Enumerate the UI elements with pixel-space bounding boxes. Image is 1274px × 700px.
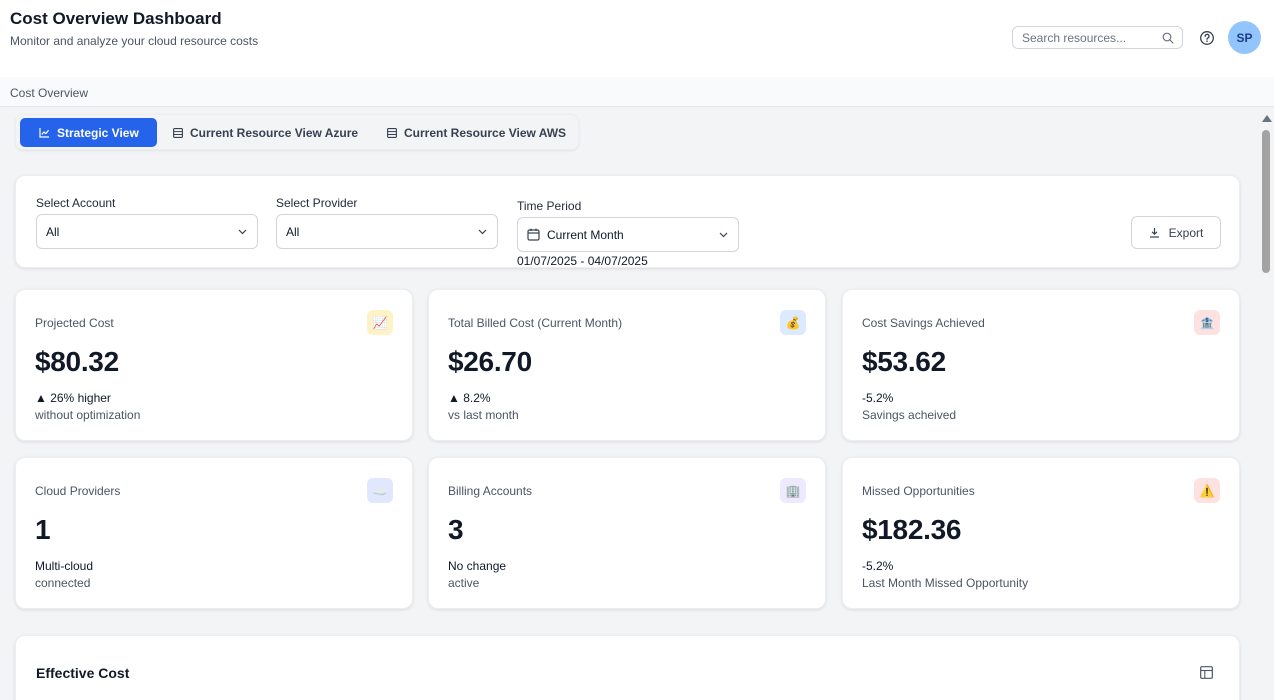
provider-select[interactable]: All [276,214,498,249]
metric-label: Billing Accounts [448,484,533,498]
metric-change: ▲ 8.2% [448,391,491,405]
building-icon: 🏢 [780,478,806,503]
chevron-down-icon [719,232,728,237]
metric-card-projected-cost: Projected Cost 📈 $80.32 ▲ 26% higher wit… [15,289,413,441]
account-select[interactable]: All [36,214,258,249]
breadcrumb: Cost Overview [0,77,1274,107]
avatar[interactable]: SP [1228,21,1261,54]
tab-azure-view[interactable]: Current Resource View Azure [173,118,358,147]
page-title: Cost Overview Dashboard [10,9,222,28]
chart-increasing-icon: 📈 [367,310,393,335]
tab-label: Current Resource View Azure [190,125,359,140]
metric-label: Cost Savings Achieved [862,316,985,330]
metric-change: No change [448,559,507,573]
table-icon [387,127,397,138]
search-icon[interactable] [1162,32,1174,44]
warning-icon: ⚠️ [1194,478,1220,503]
metric-note: Savings acheived [862,408,957,422]
metric-value: $80.32 [35,346,119,377]
scroll-up-arrow-icon[interactable] [1262,115,1272,122]
metric-change: ▲ 26% higher [35,391,111,405]
metric-label: Projected Cost [35,316,114,330]
tab-label: Strategic View [57,125,139,140]
metric-value: $26.70 [448,346,532,377]
metric-label: Missed Opportunities [862,484,975,498]
metric-card-total-billed: Total Billed Cost (Current Month) 💰 $26.… [428,289,826,441]
table-view-icon[interactable] [1200,666,1213,679]
line-chart-icon [39,128,50,138]
metric-note: active [448,576,480,590]
calendar-icon [527,228,540,241]
metric-label: Total Billed Cost (Current Month) [448,316,623,330]
tab-strategic-view[interactable]: Strategic View [20,118,157,147]
provider-value: All [286,224,300,239]
metric-change: -5.2% [862,391,894,405]
export-button[interactable]: Export [1131,216,1221,249]
breadcrumb-item[interactable]: Cost Overview [10,86,88,100]
search-input[interactable] [1022,30,1158,45]
scrollbar[interactable] [1258,108,1274,700]
search-box[interactable] [1012,26,1183,49]
metric-value: 1 [35,514,51,545]
table-icon [173,127,183,138]
metric-card-cloud-providers: Cloud Providers ☁️ 1 Multi-cloud connect… [15,457,413,609]
chevron-down-icon [238,229,247,234]
metric-card-cost-savings: Cost Savings Achieved 🏦 $53.62 -5.2% Sav… [842,289,1240,441]
metric-note: vs last month [448,408,519,422]
metric-note: Last Month Missed Opportunity [862,576,1029,590]
money-bag-icon: 💰 [780,310,806,335]
tab-label: Current Resource View AWS [404,125,567,140]
scroll-thumb[interactable] [1262,130,1270,273]
section-title: Effective Cost [36,665,130,681]
view-tabs: Strategic View Current Resource View Azu… [15,114,579,150]
cloud-icon: ☁️ [367,478,393,503]
metric-note: connected [35,576,91,590]
period-value: Current Month [547,227,624,242]
help-icon[interactable] [1199,30,1215,46]
metric-note: without optimization [35,408,141,422]
metric-change: Multi-cloud [35,559,94,573]
account-label: Select Account [36,196,116,210]
export-label: Export [1168,225,1204,240]
provider-label: Select Provider [276,196,358,210]
metric-change: -5.2% [862,559,894,573]
metric-card-billing-accounts: Billing Accounts 🏢 3 No change active [428,457,826,609]
tab-aws-view[interactable]: Current Resource View AWS [387,118,566,147]
metric-value: $53.62 [862,346,946,377]
account-value: All [46,224,60,239]
bank-icon: 🏦 [1194,310,1220,335]
period-select[interactable]: Current Month [517,217,739,252]
filters-card: Select Account All Select Provider All T… [15,175,1240,268]
page-header: Cost Overview Dashboard Monitor and anal… [0,0,1274,77]
effective-cost-card: Effective Cost [15,635,1240,700]
period-range: 01/07/2025 - 04/07/2025 [517,254,648,268]
page-subtitle: Monitor and analyze your cloud resource … [10,34,259,48]
chevron-down-icon [478,229,487,234]
period-label: Time Period [517,199,582,213]
metric-card-missed-opportunities: Missed Opportunities ⚠️ $182.36 -5.2% La… [842,457,1240,609]
metric-label: Cloud Providers [35,484,121,498]
download-icon [1149,228,1159,238]
metric-value: 3 [448,514,464,545]
metric-value: $182.36 [862,514,962,545]
